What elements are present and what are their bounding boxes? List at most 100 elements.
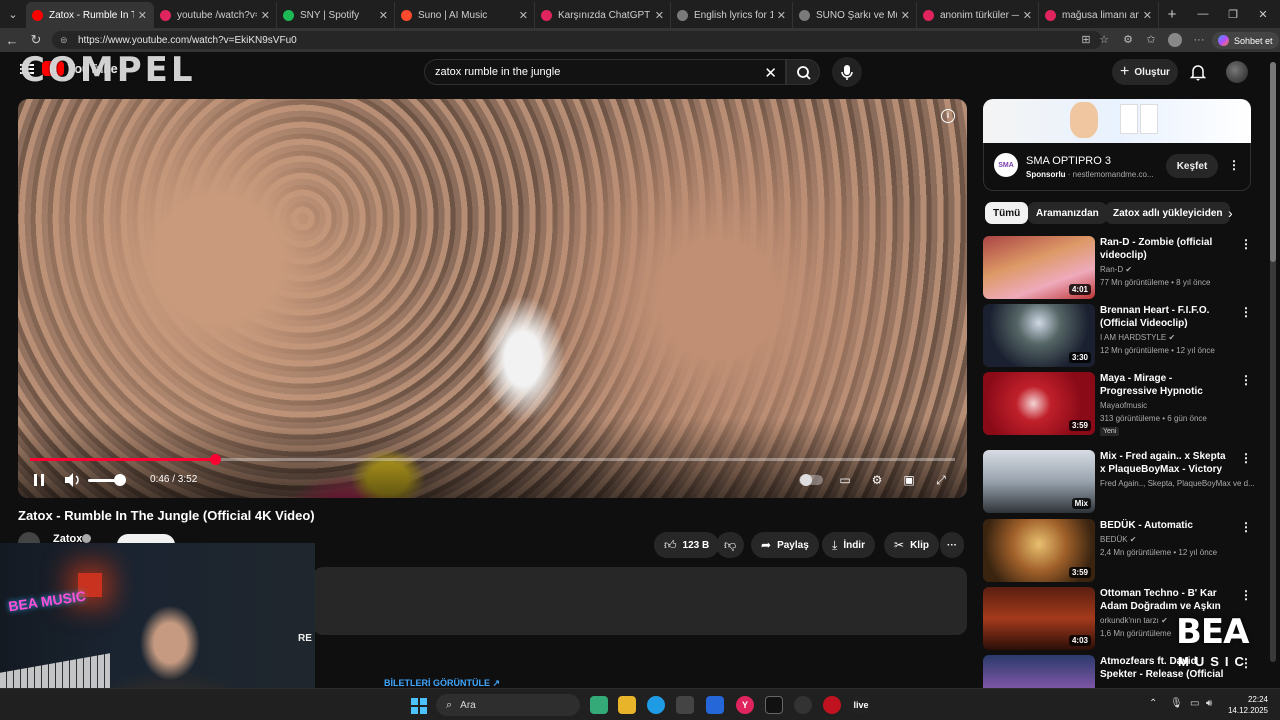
copilot-chat-button[interactable]: Sohbet et — [1212, 32, 1279, 49]
favorites-icon[interactable]: ✩ — [1144, 33, 1158, 47]
browser-tab[interactable]: Karşınızda ChatGPT | Op ✕ — [535, 2, 671, 28]
recommendation-title[interactable]: Ottoman Techno - B' Kar Adam Doğradım ve… — [1100, 587, 1230, 613]
video-menu-icon[interactable]: ⋮ — [1240, 589, 1252, 601]
voice-search-button[interactable] — [832, 57, 862, 87]
info-icon[interactable]: i — [941, 109, 955, 123]
tab-close-icon[interactable]: ✕ — [1143, 9, 1152, 22]
miniplayer-icon[interactable]: ▣ — [899, 471, 919, 489]
recommendation-item[interactable]: Mix Mix - Fred again.. x Skepta x PlaqueB… — [983, 450, 1273, 514]
recommendation-channel[interactable]: Fred Again.., Skepta, PlaqueBoyMax ve d.… — [1100, 479, 1255, 488]
profile-avatar-icon[interactable] — [1168, 33, 1182, 47]
recommendation-title[interactable]: BEDÜK - Automatic — [1100, 519, 1230, 532]
recommendation-item[interactable]: 3:59 Maya - Mirage - Progressive Hypnotic… — [983, 372, 1273, 436]
account-avatar[interactable] — [1226, 61, 1248, 83]
windows-start-icon[interactable] — [411, 698, 427, 714]
recommendation-channel[interactable]: Ran-D ✔ — [1100, 265, 1132, 274]
reload-icon[interactable]: ↻ — [24, 32, 48, 48]
notifications-bell-icon[interactable] — [1190, 63, 1206, 81]
video-menu-icon[interactable]: ⋮ — [1240, 306, 1252, 318]
volume-icon[interactable] — [62, 470, 84, 490]
ad-menu-icon[interactable]: ⋮ — [1228, 159, 1240, 171]
tab-close-icon[interactable]: ✕ — [379, 9, 388, 22]
ad-cta-button[interactable]: Keşfet — [1166, 154, 1218, 178]
opera-icon[interactable] — [823, 696, 841, 714]
tab-close-icon[interactable]: ✕ — [655, 9, 664, 22]
video-thumbnail[interactable]: 3:59 — [983, 372, 1095, 435]
obs-icon[interactable] — [794, 696, 812, 714]
video-menu-icon[interactable]: ⋮ — [1240, 452, 1252, 464]
minimize-icon[interactable]: — — [1188, 0, 1218, 28]
taskbar-search[interactable]: ⌕ Ara — [436, 694, 580, 716]
recommendation-item[interactable]: 3:59 BEDÜK - Automatic BEDÜK ✔ 2,4 Mn görün… — [983, 519, 1273, 583]
description-box[interactable] — [313, 567, 967, 635]
tab-close-icon[interactable]: ✕ — [138, 9, 147, 22]
tray-chevron-icon[interactable]: ⌃ — [1149, 698, 1157, 709]
search-button[interactable] — [786, 59, 820, 85]
video-player[interactable]: i 0:46 / 3:52 ▭ ⚙ ▣ ⤢ — [18, 99, 967, 498]
subtitles-icon[interactable]: ▭ — [835, 471, 855, 489]
autoplay-toggle[interactable] — [799, 474, 823, 486]
video-thumbnail[interactable]: 3:59 — [983, 519, 1095, 582]
widgets-icon[interactable] — [590, 696, 608, 714]
video-menu-icon[interactable]: ⋮ — [1240, 374, 1252, 386]
dislike-button[interactable]: 👎︎ — [716, 532, 745, 558]
recommendation-title[interactable]: Mix - Fred again.. x Skepta x PlaqueBoyM… — [1100, 450, 1230, 476]
file-explorer-icon[interactable] — [618, 696, 636, 714]
video-thumbnail[interactable]: 4:03 — [983, 587, 1095, 650]
recommendation-item[interactable]: 3:30 Brennan Heart - F.I.F.O. (Official V… — [983, 304, 1273, 368]
tab-close-icon[interactable]: ✕ — [519, 9, 528, 22]
back-icon[interactable]: ← — [0, 33, 24, 48]
pause-button[interactable] — [28, 470, 50, 490]
recommendation-channel[interactable]: I AM HARDSTYLE ✔ — [1100, 333, 1175, 342]
page-scrollbar[interactable] — [1270, 62, 1276, 662]
taskbar-clock[interactable]: 22:24 14.12.2025 — [1222, 694, 1268, 716]
tab-close-icon[interactable]: ✕ — [1023, 9, 1032, 22]
recommendation-title[interactable]: Maya - Mirage - Progressive Hypnotic Tec… — [1100, 372, 1230, 398]
chevron-right-icon[interactable]: › — [1228, 205, 1233, 221]
tray-mic-icon[interactable]: 🎙︎ — [1170, 698, 1183, 709]
recommendation-channel[interactable]: Mayaofmusic — [1100, 401, 1147, 410]
new-tab-button[interactable]: + — [1159, 6, 1185, 23]
chip-from-search[interactable]: Aramanızdan — [1028, 202, 1107, 224]
close-window-icon[interactable]: ✕ — [1248, 0, 1278, 28]
chip-from-uploader[interactable]: Zatox adlı yükleyiciden — [1105, 202, 1231, 224]
yandex-browser-icon[interactable]: Y — [736, 696, 754, 714]
recommendation-channel[interactable]: BEDÜK ✔ — [1100, 535, 1137, 544]
browser-tab[interactable]: youtube /watch?v=nd_d ✕ — [154, 2, 277, 28]
browser-tab[interactable]: SNY | Spotify ✕ — [277, 2, 395, 28]
browser-tab[interactable]: anonim türküler — Yand ✕ — [917, 2, 1039, 28]
create-button[interactable]: + Oluştur — [1112, 59, 1178, 85]
url-field[interactable]: ⊜ https://www.youtube.com/watch?v=EkiKN9… — [52, 31, 1102, 49]
tab-close-icon[interactable]: ✕ — [901, 9, 910, 22]
more-actions-button[interactable]: ··· — [940, 532, 964, 558]
settings-gear-icon[interactable]: ⚙ — [867, 471, 887, 489]
search-input[interactable]: zatox rumble in the jungle ✕ — [424, 59, 786, 85]
site-info-icon[interactable]: ⊜ — [60, 35, 70, 45]
video-thumbnail[interactable]: Mix — [983, 450, 1095, 513]
store-icon[interactable] — [676, 696, 694, 714]
chip-all[interactable]: Tümü — [985, 202, 1029, 224]
tab-close-icon[interactable]: ✕ — [261, 9, 270, 22]
app-icon[interactable] — [765, 696, 783, 714]
live-app-icon[interactable]: live — [852, 696, 870, 714]
volume-knob[interactable] — [114, 474, 126, 486]
video-menu-icon[interactable]: ⋮ — [1240, 238, 1252, 250]
tab-list-chevron-icon[interactable]: ⌄ — [0, 0, 26, 28]
download-button[interactable]: ⤓ İndir — [822, 532, 875, 558]
extensions-icon[interactable]: ⚙ — [1121, 33, 1135, 47]
clip-button[interactable]: ✂ Klip — [884, 532, 939, 558]
video-thumbnail[interactable]: 4:01 — [983, 236, 1095, 299]
progress-bar[interactable] — [30, 454, 955, 465]
apps-icon[interactable]: ⊞ — [1079, 33, 1093, 47]
speaker-icon[interactable]: 🔊︎ — [1206, 698, 1212, 709]
mail-icon[interactable] — [706, 696, 724, 714]
progress-scrubber[interactable] — [210, 454, 221, 465]
tab-close-icon[interactable]: ✕ — [777, 9, 786, 22]
browser-tab[interactable]: English lyrics for 120 BP ✕ — [671, 2, 793, 28]
video-thumbnail[interactable]: 3:30 — [983, 304, 1095, 367]
like-button[interactable]: 👍︎ 123 B — [654, 532, 720, 558]
recommendation-title[interactable]: Ran-D - Zombie (official videoclip) — [1100, 236, 1230, 262]
share-button[interactable]: ➦ Paylaş — [751, 532, 819, 558]
favorite-star-icon[interactable]: ☆ — [1097, 33, 1111, 47]
browser-tab[interactable]: Zatox - Rumble In T ✕ — [26, 2, 154, 28]
